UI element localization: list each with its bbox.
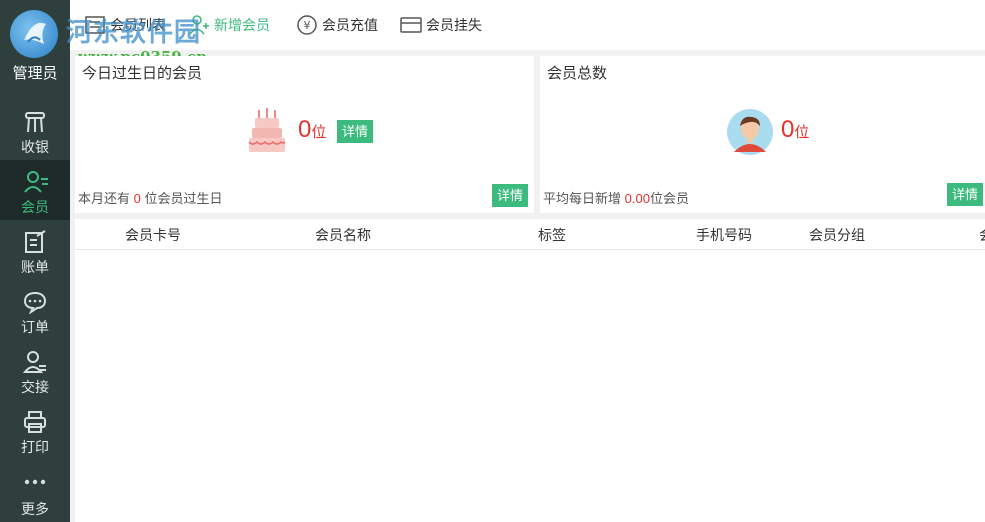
total-count-value: 0 bbox=[781, 116, 795, 143]
total-count: 0位 bbox=[781, 116, 809, 144]
add-member-label: 新增会员 bbox=[214, 17, 270, 33]
column-header[interactable]: 会员分组 bbox=[809, 225, 865, 245]
total-members-card: 会员总数 0位 平均每日新增 0.00位会员 详情 bbox=[540, 56, 985, 213]
column-header[interactable]: 标签 bbox=[538, 225, 566, 245]
admin-label: 管理员 bbox=[12, 65, 58, 82]
footer-suffix: 位会员 bbox=[649, 191, 689, 206]
column-header[interactable]: 会员卡号 bbox=[125, 225, 181, 245]
yen-coin-icon: ¥ bbox=[297, 15, 317, 35]
footer-prefix: 平均每日新增 bbox=[543, 191, 622, 206]
card-icon bbox=[400, 17, 422, 33]
birthday-cake-icon bbox=[248, 108, 286, 152]
admin-avatar[interactable] bbox=[10, 10, 58, 58]
sidebar-item-bill[interactable]: 账单 bbox=[0, 220, 70, 280]
watermark-text: 河东软件园 bbox=[66, 18, 202, 48]
total-count-unit: 位 bbox=[794, 124, 810, 141]
svg-text:¥: ¥ bbox=[304, 19, 311, 32]
table-header: 会员卡号 会员名称 标签 手机号码 会员分组 会 bbox=[75, 219, 985, 250]
total-footer-detail-button[interactable]: 详情 bbox=[947, 183, 983, 206]
card-title: 会员总数 bbox=[547, 65, 608, 82]
birthday-card: 今日过生日的会员 0位 详情 本月还有 0 位会员过生日 详情 bbox=[75, 56, 534, 213]
sidebar-item-order[interactable]: 订单 bbox=[0, 280, 70, 340]
footer-prefix: 本月还有 bbox=[78, 191, 131, 206]
column-header[interactable]: 会员名称 bbox=[315, 225, 371, 245]
printer-icon bbox=[24, 411, 46, 433]
sidebar-item-label: 收银 bbox=[21, 139, 49, 155]
member-table: 会员卡号 会员名称 标签 手机号码 会员分组 会 bbox=[75, 219, 985, 522]
chat-bubble-icon bbox=[23, 291, 47, 314]
sidebar: 管理员 收银 会员 账单 订单 交接 打印 更多 bbox=[0, 0, 70, 522]
birthday-detail-button[interactable]: 详情 bbox=[337, 120, 373, 143]
sidebar-item-more[interactable]: 更多 bbox=[0, 462, 70, 522]
sidebar-item-label: 账单 bbox=[21, 259, 49, 275]
sidebar-item-handover[interactable]: 交接 bbox=[0, 340, 70, 400]
logo-icon bbox=[24, 22, 46, 44]
birthday-count-value: 0 bbox=[298, 116, 312, 143]
column-header[interactable]: 手机号码 bbox=[696, 225, 752, 245]
sidebar-item-label: 更多 bbox=[21, 501, 49, 517]
logo-area: 管理员 bbox=[0, 0, 70, 90]
birthday-footer-detail-button[interactable]: 详情 bbox=[492, 184, 528, 207]
more-dots-icon bbox=[24, 479, 46, 485]
sidebar-item-member[interactable]: 会员 bbox=[0, 160, 70, 220]
footer-count: 0.00 bbox=[624, 191, 650, 206]
birthday-count: 0位 bbox=[298, 116, 326, 144]
member-report-loss-label: 会员挂失 bbox=[426, 17, 482, 33]
sidebar-item-label: 会员 bbox=[21, 199, 49, 215]
birthday-footer: 本月还有 0 位会员过生日 bbox=[78, 188, 223, 207]
sidebar-item-cashier[interactable]: 收银 bbox=[0, 100, 70, 160]
card-title: 今日过生日的会员 bbox=[82, 65, 203, 82]
footer-count: 0 bbox=[133, 191, 141, 206]
column-header[interactable]: 会 bbox=[979, 225, 985, 245]
cashier-stool-icon bbox=[25, 112, 45, 133]
birthday-count-unit: 位 bbox=[311, 124, 327, 141]
footer-suffix: 位会员过生日 bbox=[144, 191, 223, 206]
sidebar-item-print[interactable]: 打印 bbox=[0, 400, 70, 460]
handover-user-icon bbox=[23, 351, 46, 373]
toolbar: 会员列表 新增会员 ¥ 会员充值 会员挂失 bbox=[70, 0, 985, 50]
sidebar-item-label: 打印 bbox=[21, 439, 49, 455]
member-recharge-label: 会员充值 bbox=[322, 17, 378, 33]
member-icon bbox=[24, 171, 48, 193]
member-avatar-icon bbox=[727, 109, 773, 155]
sidebar-item-label: 订单 bbox=[21, 319, 49, 335]
total-footer: 平均每日新增 0.00位会员 bbox=[543, 188, 689, 207]
bill-edit-icon bbox=[25, 230, 46, 253]
sidebar-item-label: 交接 bbox=[21, 379, 49, 395]
